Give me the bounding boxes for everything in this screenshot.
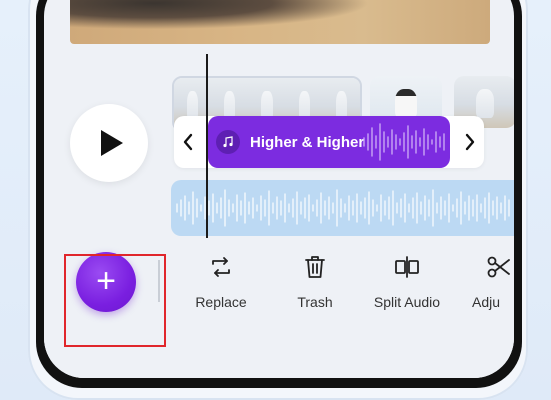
play-button[interactable]	[70, 104, 148, 182]
chevron-right-icon[interactable]	[458, 130, 482, 154]
split-audio-icon	[362, 254, 452, 280]
adjust-label: Adju	[472, 294, 501, 310]
replace-icon	[176, 254, 266, 280]
audio-track: Higher & Higher	[174, 116, 484, 168]
waveform-graphic	[176, 189, 510, 227]
audio-clip[interactable]: Higher & Higher	[208, 116, 450, 168]
adjust-button[interactable]: Adju	[472, 254, 514, 310]
chevron-left-icon[interactable]	[176, 130, 200, 154]
video-preview[interactable]	[70, 0, 490, 44]
playhead[interactable]	[206, 54, 208, 240]
music-note-icon	[216, 130, 240, 154]
split-audio-label: Split Audio	[373, 294, 441, 310]
trash-button[interactable]: Trash	[270, 254, 360, 310]
play-icon	[101, 130, 123, 156]
trash-icon	[270, 254, 360, 280]
replace-label: Replace	[195, 294, 247, 310]
trash-label: Trash	[297, 294, 333, 310]
scissors-icon	[472, 254, 514, 280]
background-audio-waveform[interactable]	[171, 180, 514, 236]
split-audio-button[interactable]: Split Audio	[362, 254, 452, 310]
add-button-highlight	[64, 254, 166, 347]
audio-waveform	[363, 123, 445, 161]
audio-clip-title: Higher & Higher	[250, 133, 365, 151]
replace-button[interactable]: Replace	[176, 254, 266, 310]
